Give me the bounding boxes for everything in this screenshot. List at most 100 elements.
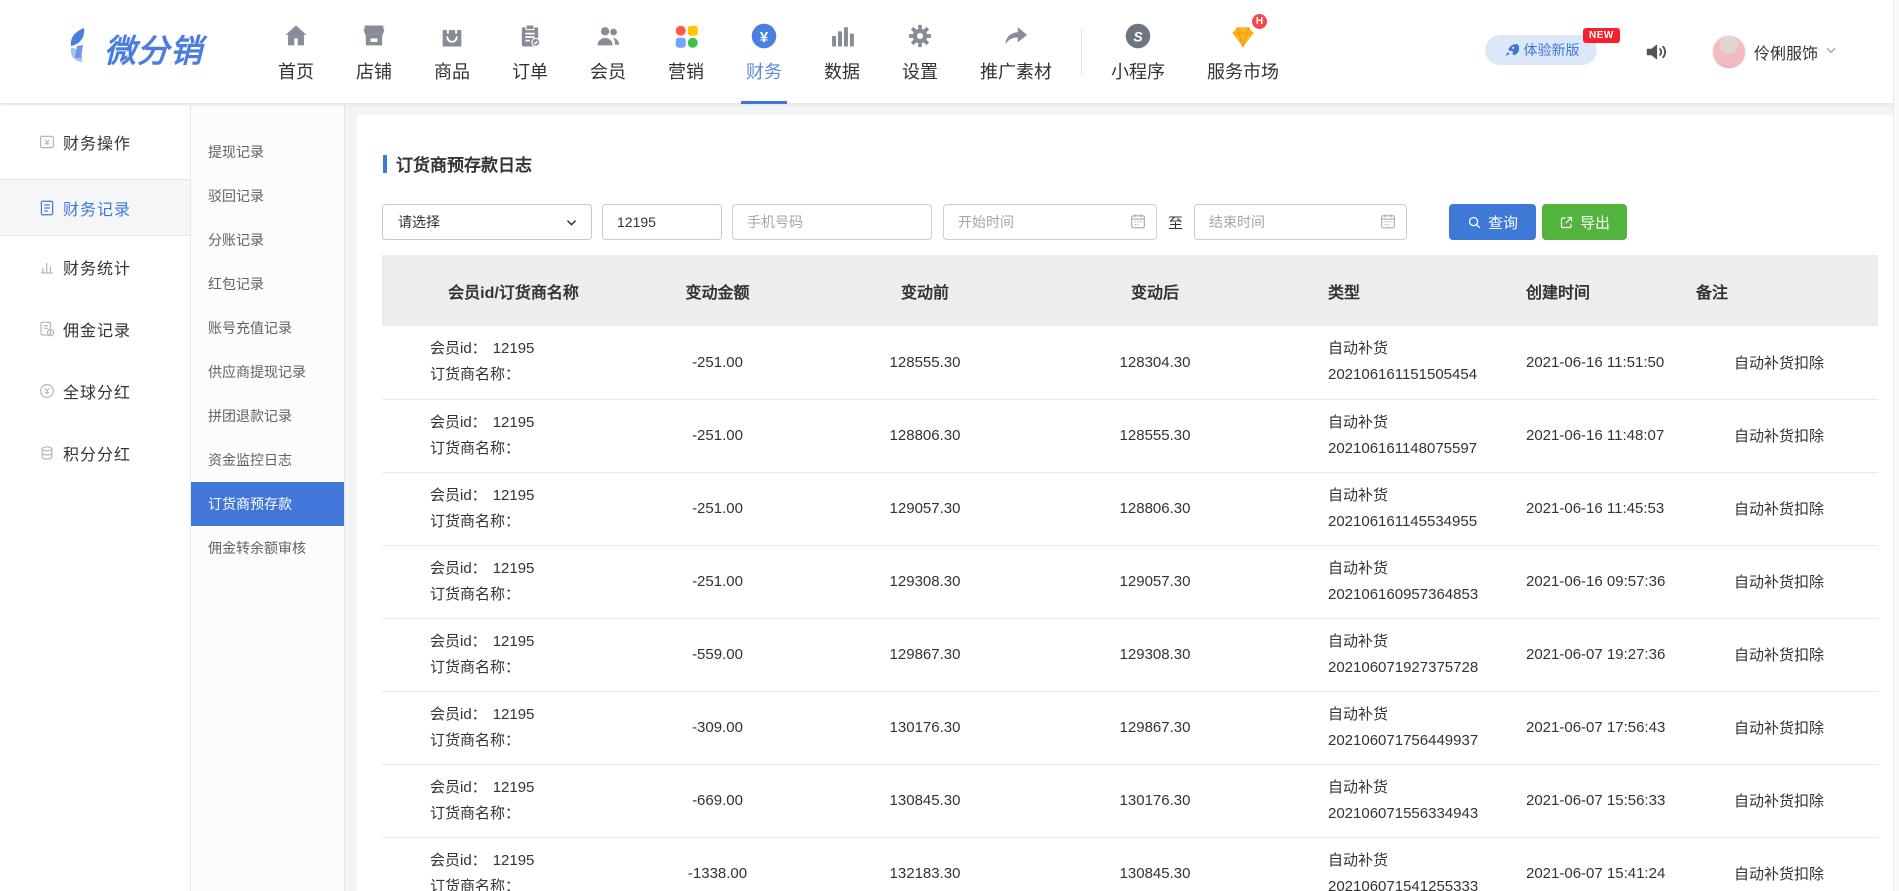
rocket-icon — [1503, 42, 1519, 58]
svg-text:S: S — [1133, 28, 1143, 44]
nav-item-data[interactable]: 数据 — [803, 0, 881, 104]
log-table: 会员id/订货商名称 变动金额 变动前 变动后 类型 创建时间 备注 会员id：… — [382, 255, 1878, 891]
marketing-icon — [672, 21, 700, 51]
finance-yen-icon: ¥ — [750, 21, 778, 51]
sidebar-item-finance-statistics[interactable]: 财务统计 — [0, 236, 190, 298]
hot-badge: H — [1252, 14, 1267, 29]
table-row: 会员id：12195订货商名称： -669.00 130845.30 13017… — [382, 764, 1878, 837]
new-badge: NEW — [1583, 28, 1620, 43]
points-dividend-icon — [38, 444, 56, 462]
logo-mark-icon — [64, 26, 98, 72]
sidebar-primary: 财务操作 财务记录 财务统计 佣金记录 全球分红 积分分红 — [0, 105, 190, 891]
avatar — [1712, 35, 1746, 69]
submenu-withdraw-records[interactable]: 提现记录 — [191, 130, 344, 174]
nav-item-orders[interactable]: 订单 — [491, 0, 569, 104]
nav-item-home[interactable]: 首页 — [257, 0, 335, 104]
start-date-input[interactable] — [943, 204, 1157, 240]
col-after: 变动后 — [1060, 255, 1250, 326]
to-label: 至 — [1168, 212, 1183, 233]
share-arrow-icon — [1002, 21, 1030, 51]
page-title: 订货商预存款日志 — [383, 151, 532, 176]
sidebar-item-finance-operations[interactable]: 财务操作 — [0, 105, 190, 180]
table-header: 会员id/订货商名称 变动金额 变动前 变动后 类型 创建时间 备注 — [382, 255, 1878, 326]
col-amount: 变动金额 — [645, 255, 790, 326]
export-button[interactable]: 导出 — [1542, 204, 1627, 240]
submenu-reject-records[interactable]: 驳回记录 — [191, 174, 344, 218]
main-content: 订货商预存款日志 请选择 至 查询 导出 — [357, 115, 1893, 891]
table-row: 会员id：12195订货商名称： -559.00 129867.30 12930… — [382, 618, 1878, 691]
table-row: 会员id：12195订货商名称： -251.00 128806.30 12855… — [382, 399, 1878, 472]
top-navbar: 微分销 首页 店铺 商品 订单 — [0, 0, 1899, 104]
members-icon — [594, 21, 622, 51]
col-member: 会员id/订货商名称 — [382, 255, 645, 326]
shopping-bag-icon — [438, 21, 466, 51]
main-nav: 首页 店铺 商品 订单 会员 — [257, 0, 1300, 104]
sidebar-secondary: 提现记录 驳回记录 分账记录 红包记录 账号充值记录 供应商提现记录 拼团退款记… — [190, 105, 345, 891]
sidebar-item-global-dividend[interactable]: 全球分红 — [0, 360, 190, 422]
commission-records-icon — [38, 320, 56, 338]
table-row: 会员id：12195订货商名称： -251.00 129057.30 12880… — [382, 472, 1878, 545]
miniprogram-icon: S — [1124, 21, 1152, 51]
page-scrollbar[interactable] — [1893, 0, 1899, 891]
gear-icon — [906, 21, 934, 51]
brand-logo[interactable]: 微分销 — [64, 26, 203, 72]
table-row: 会员id：12195订货商名称： -309.00 130176.30 12986… — [382, 691, 1878, 764]
order-clipboard-icon — [516, 21, 544, 51]
phone-input[interactable] — [732, 204, 932, 240]
submenu-split-records[interactable]: 分账记录 — [191, 218, 344, 262]
nav-item-marketing[interactable]: 营销 — [647, 0, 725, 104]
chevron-down-icon — [1824, 43, 1838, 62]
bar-chart-icon — [828, 21, 856, 51]
member-id-input[interactable] — [602, 204, 722, 240]
submenu-recharge-records[interactable]: 账号充值记录 — [191, 306, 344, 350]
search-icon — [1467, 215, 1482, 230]
col-created: 创建时间 — [1510, 255, 1680, 326]
nav-item-miniprogram[interactable]: S 小程序 — [1090, 0, 1186, 104]
username: 伶俐服饰 — [1754, 40, 1818, 64]
submenu-redpacket-records[interactable]: 红包记录 — [191, 262, 344, 306]
gem-icon: H — [1229, 21, 1257, 51]
col-remark: 备注 — [1680, 255, 1878, 326]
logo-text: 微分销 — [104, 26, 203, 72]
sidebar-item-points-dividend[interactable]: 积分分红 — [0, 422, 190, 484]
filter-bar: 请选择 至 查询 导出 — [382, 204, 1627, 240]
nav-item-promo[interactable]: 推广素材 — [959, 0, 1073, 104]
store-icon — [360, 21, 388, 51]
export-icon — [1559, 215, 1574, 230]
start-date-field — [943, 204, 1157, 240]
announcement-speaker-icon[interactable] — [1643, 39, 1669, 70]
nav-divider — [1081, 29, 1082, 75]
try-new-version[interactable]: 体验新版 NEW — [1485, 35, 1597, 65]
title-accent-bar — [383, 155, 387, 173]
col-before: 变动前 — [790, 255, 1060, 326]
nav-item-members[interactable]: 会员 — [569, 0, 647, 104]
nav-item-market[interactable]: H 服务市场 — [1186, 0, 1300, 104]
type-select[interactable]: 请选择 — [382, 204, 592, 240]
finance-records-icon — [38, 199, 56, 217]
svg-text:¥: ¥ — [760, 28, 769, 45]
try-new-label: 体验新版 — [1524, 40, 1580, 60]
nav-item-store[interactable]: 店铺 — [335, 0, 413, 104]
finance-operations-icon — [38, 133, 56, 151]
table-row: 会员id：12195订货商名称： -251.00 128555.30 12830… — [382, 326, 1878, 399]
global-dividend-icon — [38, 382, 56, 400]
submenu-supplier-withdraw-records[interactable]: 供应商提现记录 — [191, 350, 344, 394]
submenu-commission-to-balance-audit[interactable]: 佣金转余额审核 — [191, 526, 344, 570]
submenu-orderer-prepaid[interactable]: 订货商预存款 — [191, 482, 344, 526]
search-button[interactable]: 查询 — [1449, 204, 1536, 240]
submenu-fund-monitor-log[interactable]: 资金监控日志 — [191, 438, 344, 482]
table-row: 会员id：12195订货商名称： -251.00 129308.30 12905… — [382, 545, 1878, 618]
sidebar-item-finance-records[interactable]: 财务记录 — [0, 180, 190, 236]
finance-statistics-icon — [38, 258, 56, 276]
home-icon — [282, 21, 310, 51]
nav-item-finance[interactable]: ¥ 财务 — [725, 0, 803, 104]
col-type: 类型 — [1250, 255, 1510, 326]
nav-item-settings[interactable]: 设置 — [881, 0, 959, 104]
end-date-input[interactable] — [1194, 204, 1407, 240]
submenu-groupbuy-refund-records[interactable]: 拼团退款记录 — [191, 394, 344, 438]
sidebar-item-commission-records[interactable]: 佣金记录 — [0, 298, 190, 360]
user-menu[interactable]: 伶俐服饰 — [1712, 35, 1838, 69]
chevron-down-icon — [564, 215, 579, 230]
end-date-field — [1194, 204, 1407, 240]
nav-item-goods[interactable]: 商品 — [413, 0, 491, 104]
